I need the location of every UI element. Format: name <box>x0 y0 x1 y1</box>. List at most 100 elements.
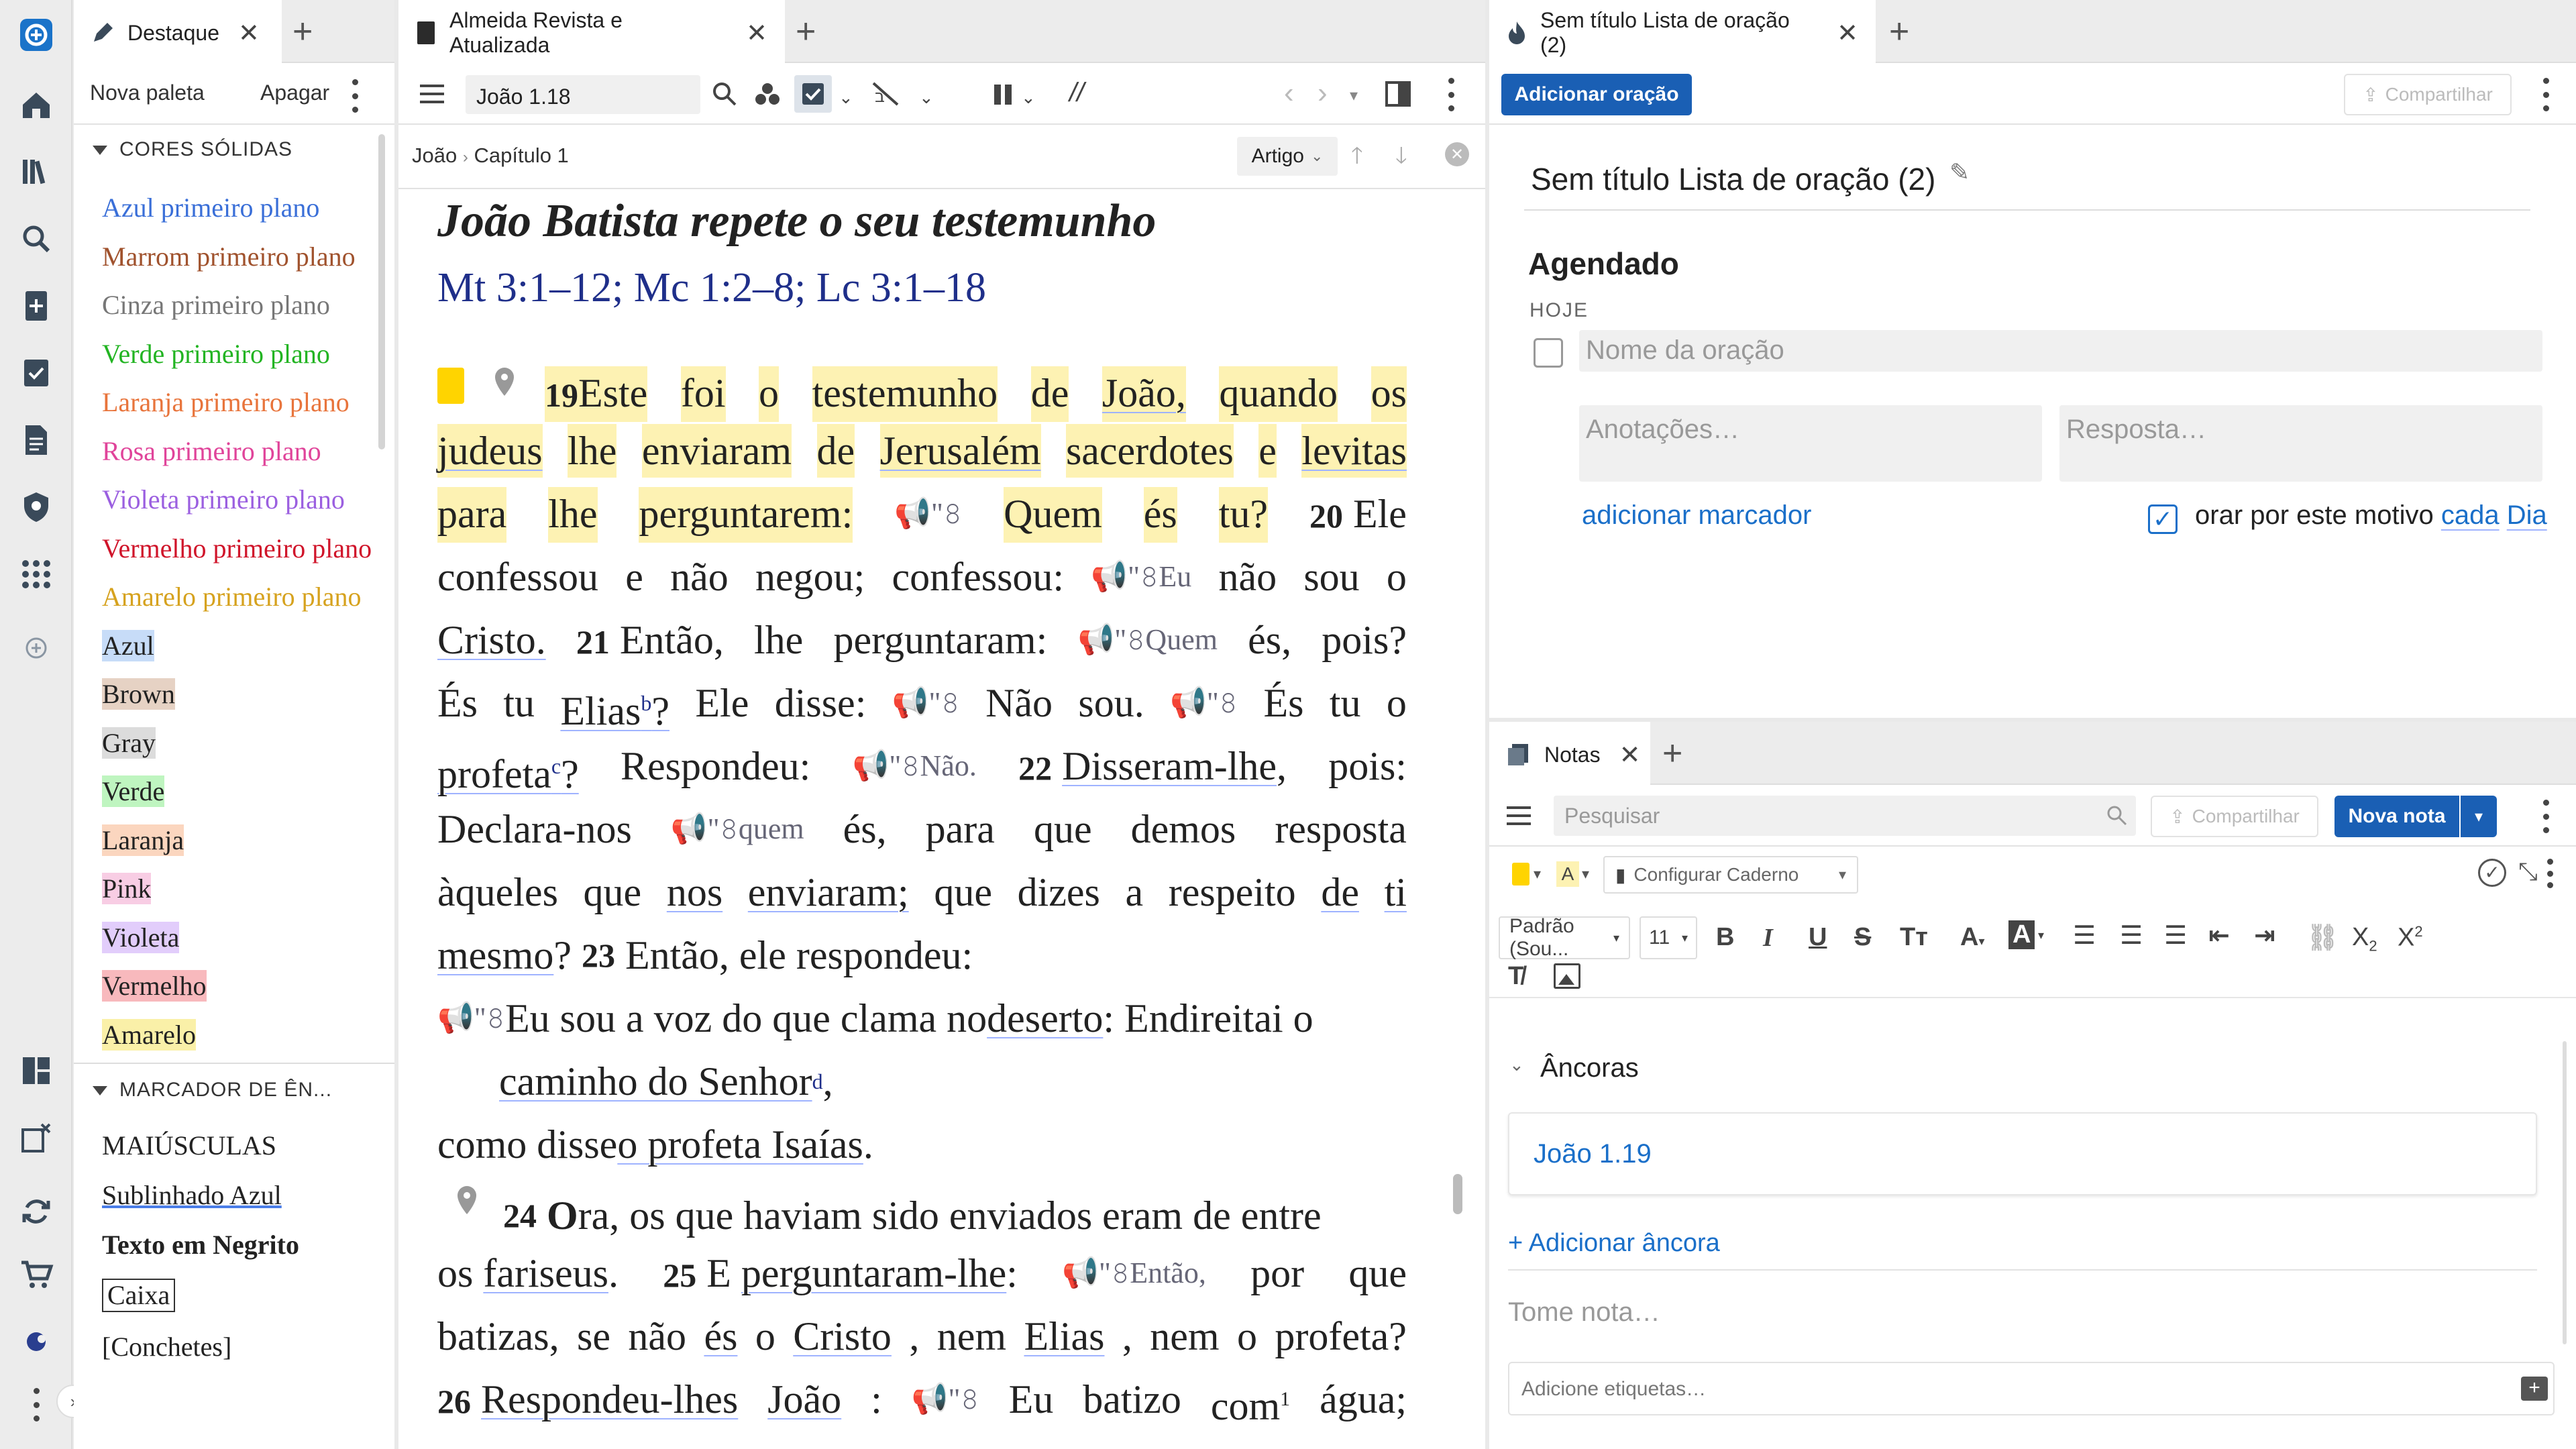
chevron-down-icon[interactable]: ⌄ <box>1021 87 1036 108</box>
sync-icon[interactable] <box>16 1191 56 1232</box>
bold-icon[interactable]: B <box>1716 923 1734 952</box>
subscript-icon[interactable]: X2 <box>2352 923 2377 955</box>
anchors-heading[interactable]: Âncoras <box>1540 1053 1639 1083</box>
tags-input[interactable]: Adicione etiquetas… <box>1508 1362 2555 1415</box>
menu-icon[interactable] <box>1505 805 1532 830</box>
note-icon[interactable] <box>437 368 464 404</box>
clear-format-icon[interactable]: T̸ <box>1508 962 1523 991</box>
marker-item-bold[interactable]: Texto em Negrito <box>102 1229 397 1260</box>
close-icon[interactable]: ✕ <box>1619 740 1641 770</box>
highlight-style-item[interactable]: Azul primeiro plano <box>102 192 397 223</box>
visual-filters-icon[interactable] <box>754 80 781 111</box>
more-icon[interactable] <box>1446 78 1456 111</box>
search-icon[interactable] <box>711 80 738 111</box>
pin-icon[interactable] <box>491 365 518 403</box>
prayer-checkbox[interactable] <box>1534 338 1563 368</box>
highlight-style-item[interactable]: Amarelo <box>102 1018 196 1051</box>
shield-icon[interactable] <box>16 487 56 527</box>
library-icon[interactable] <box>16 152 56 192</box>
highlight-style-item[interactable]: Vermelho <box>102 970 207 1002</box>
add-tab-icon[interactable]: + <box>796 14 816 49</box>
marker-item-box[interactable]: Caixa <box>102 1279 176 1312</box>
scrollbar[interactable] <box>2563 1041 2567 1344</box>
marker-item-brackets[interactable]: [Conchetes] <box>102 1331 397 1362</box>
numbered-list-icon[interactable]: ☰ <box>2164 920 2187 951</box>
forward-icon[interactable]: › <box>1318 76 1328 110</box>
close-icon[interactable]: ✕ <box>1837 18 1858 48</box>
scroll-track[interactable] <box>1453 201 1462 1409</box>
chevron-down-icon[interactable]: ▾ <box>1350 86 1358 105</box>
cross-references[interactable]: Mt 3:1–12; Mc 1:2–8; Lc 3:1–18 <box>437 264 986 312</box>
add-tab-icon[interactable]: + <box>1889 14 1909 49</box>
marker-item-underline[interactable]: Sublinhado Azul <box>102 1179 397 1211</box>
add-prayer-button[interactable]: Adicionar oração <box>1501 74 1692 115</box>
superscript-icon[interactable]: X2 <box>2398 923 2423 953</box>
back-icon[interactable]: ‹ <box>1284 76 1294 110</box>
close-icon[interactable]: ✕ <box>746 18 767 48</box>
parallel-icon[interactable]: // <box>1069 78 1084 108</box>
delete-button[interactable]: Apagar <box>260 80 329 105</box>
new-palette-button[interactable]: Nova paleta <box>90 80 205 105</box>
highlight-style-item[interactable]: Pink <box>102 873 152 904</box>
edit-icon[interactable]: ✎ <box>1949 158 1970 186</box>
highlight-style-item[interactable]: Amarelo primeiro plano <box>102 581 397 612</box>
add-tag-icon[interactable]: + <box>2521 1377 2548 1401</box>
add-tab-icon[interactable]: + <box>292 14 313 49</box>
highlight-style-item[interactable]: Cinza primeiro plano <box>102 289 397 321</box>
solid-colors-section[interactable]: CORES SÓLIDAS <box>93 138 292 161</box>
chevron-down-icon[interactable]: ⌄ <box>919 87 934 108</box>
scrollbar[interactable] <box>378 134 385 449</box>
tab-notes[interactable]: Notas ✕ <box>1489 722 1650 785</box>
more-icon[interactable] <box>2545 859 2555 888</box>
collapse-icon[interactable]: ⤡ <box>2518 857 2538 886</box>
highlight-style-item[interactable]: Violeta <box>102 921 180 953</box>
notebook-select[interactable]: ▮ Configurar Caderno ▾ <box>1603 856 1858 894</box>
columns-icon[interactable] <box>991 83 1016 109</box>
text-highlight-icon[interactable]: A <box>1556 861 1579 887</box>
more-icon[interactable] <box>350 79 360 113</box>
bullet-list-icon[interactable]: ☰ <box>2120 920 2143 951</box>
underline-icon[interactable]: U <box>1809 923 1827 952</box>
split-icon[interactable] <box>1385 80 1411 111</box>
pin-icon[interactable] <box>453 1183 480 1222</box>
highlight-style-item[interactable]: Azul <box>102 629 154 661</box>
home-icon[interactable] <box>16 85 56 125</box>
highlight-toggle-icon[interactable] <box>794 75 832 113</box>
more-icon[interactable] <box>2541 78 2551 111</box>
notes-input[interactable]: Anotações… <box>1579 405 2042 482</box>
link-icon[interactable]: ⛓ <box>2306 923 2339 953</box>
chevron-down-icon[interactable]: ⌄ <box>1509 1055 1524 1075</box>
note-color-icon[interactable] <box>1512 863 1529 885</box>
prayer-list-title[interactable]: Sem título Lista de oração (2) <box>1531 161 1935 197</box>
search-icon[interactable] <box>16 219 56 259</box>
check-circle-icon[interactable]: ✓ <box>2478 859 2506 887</box>
tab-prayer-list[interactable]: Sem título Lista de oração (2) ✕ <box>1489 0 1876 63</box>
anchor-link[interactable]: João 1.19 <box>1534 1139 1652 1169</box>
add-circle-icon[interactable] <box>16 628 56 668</box>
prayer-name-input[interactable]: Nome da oração <box>1579 330 2542 372</box>
chevron-down-icon[interactable]: ▾ <box>2038 928 2044 943</box>
clear-icon[interactable]: ✕ <box>1445 142 1469 166</box>
apps-grid-icon[interactable] <box>16 554 56 594</box>
highlight-style-item[interactable]: Laranja primeiro plano <box>102 386 397 418</box>
add-anchor-link[interactable]: + Adicionar âncora <box>1508 1229 1720 1258</box>
image-icon[interactable] <box>1554 963 1580 989</box>
font-case-icon[interactable]: Tт <box>1900 923 1928 952</box>
align-icon[interactable]: ☰ <box>2073 920 2096 951</box>
marker-section[interactable]: MARCADOR DE ÊN... <box>93 1079 332 1102</box>
view-mode-select[interactable]: Artigo ⌄ <box>1237 137 1338 176</box>
pray-checkbox[interactable]: ✓ <box>2148 504 2178 534</box>
period-link[interactable]: Dia <box>2507 500 2547 530</box>
italic-icon[interactable]: I <box>1763 923 1773 953</box>
document-icon[interactable] <box>16 420 56 460</box>
highlight-style-item[interactable]: Brown <box>102 678 175 710</box>
more-icon[interactable] <box>2541 800 2551 833</box>
new-note-button[interactable]: Nova nota <box>2334 796 2459 837</box>
frequency-link[interactable]: cada <box>2441 500 2500 530</box>
chevron-down-icon[interactable]: ▾ <box>1582 865 1589 883</box>
marker-item-uppercase[interactable]: MAIÚSCULAS <box>102 1130 397 1161</box>
highlight-style-item[interactable]: Violeta primeiro plano <box>102 484 397 515</box>
font-select[interactable]: Padrão (Sou... ▾ <box>1499 915 1630 960</box>
highlight-style-item[interactable]: Rosa primeiro plano <box>102 435 397 467</box>
portfolio-icon[interactable] <box>16 1319 56 1359</box>
